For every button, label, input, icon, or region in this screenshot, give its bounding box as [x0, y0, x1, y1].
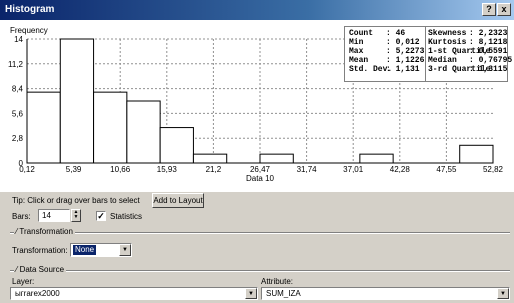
bars-spinner[interactable]: ▲ ▼	[71, 209, 81, 222]
chevron-down-icon[interactable]: ▼	[497, 288, 509, 299]
stat-value: : 0,76795	[469, 56, 513, 65]
y-tick-label: 2,8	[12, 134, 24, 143]
stat-value: : 1,131	[386, 65, 420, 74]
x-tick-label: 42,28	[390, 165, 411, 174]
histogram-bar[interactable]	[26, 91, 61, 164]
histogram-bar[interactable]	[126, 100, 161, 164]
chevron-down-icon[interactable]: ▼	[245, 288, 257, 299]
attribute-label: Attribute:	[261, 277, 294, 286]
tip-text: Tip: Click or drag over bars to select	[12, 196, 140, 205]
stat-value: : 46	[386, 29, 406, 38]
histogram-bar[interactable]	[59, 38, 95, 164]
chevron-down-icon[interactable]: ▼	[119, 244, 131, 256]
x-tick-label: 5,39	[66, 165, 82, 174]
stat-value: : 1,3115	[469, 65, 508, 74]
statistics-panel: Count Min Max Mean Std. Dev. : 46: 0,012: 5,…	[344, 26, 512, 82]
layer-select[interactable]: ыгrarex2000 ▼	[10, 287, 258, 300]
x-tick-label: 52,82	[483, 165, 504, 174]
stat-value: : 0,012	[386, 38, 420, 47]
stat-value: : 1,1226	[386, 56, 425, 65]
data-source-group-title: ⁄ Data Source	[14, 265, 67, 274]
y-axis-label: Frequency	[10, 26, 48, 35]
x-tick-label: 10,66	[110, 165, 131, 174]
help-button[interactable]: ?	[482, 3, 496, 16]
y-tick-label: 11,2	[8, 60, 24, 69]
stats-divider	[425, 27, 426, 81]
stat-value: : 2,2323	[469, 29, 508, 38]
title-bar: Histogram ? x	[0, 0, 514, 20]
layer-value: ыгrarex2000	[15, 289, 60, 298]
transformation-group-title: ⁄ Transformation	[14, 227, 75, 236]
transformation-label: Transformation:	[12, 246, 68, 255]
x-tick-label: 15,93	[157, 165, 178, 174]
y-tick-label: 14	[14, 35, 23, 44]
histogram-bar[interactable]	[159, 127, 194, 164]
histogram-bar[interactable]	[459, 144, 494, 164]
y-tick-label: 5,6	[12, 109, 24, 118]
y-tick-label: 8,4	[12, 85, 24, 94]
close-button[interactable]: x	[497, 3, 511, 16]
attribute-value: SUM_IZA	[266, 289, 301, 298]
statistics-checkbox[interactable]: ✓	[96, 211, 106, 221]
layer-label: Layer:	[12, 277, 35, 286]
statistics-label: Statistics	[110, 212, 143, 221]
transformation-group-label: Transformation	[19, 227, 73, 236]
data-source-group-line	[10, 270, 510, 272]
stat-value: : 5,2273	[386, 47, 425, 56]
x-tick-label: 37,01	[343, 165, 364, 174]
data-source-group-label: Data Source	[19, 265, 65, 274]
x-tick-label: 31,74	[297, 165, 318, 174]
histogram-bar[interactable]	[192, 153, 228, 164]
transformation-select[interactable]: None ▼	[70, 243, 132, 257]
add-to-layout-button[interactable]: Add to Layout	[152, 193, 204, 208]
bars-input[interactable]: 14	[38, 209, 70, 222]
x-tick-label: 0,12	[19, 165, 35, 174]
transformation-group-line	[10, 232, 510, 234]
x-tick-label: 21,2	[206, 165, 222, 174]
histogram-bar[interactable]	[359, 153, 394, 164]
histogram-bar[interactable]	[259, 153, 294, 164]
bars-label: Bars:	[12, 212, 31, 221]
x-tick-label: 26,47	[250, 165, 271, 174]
stat-value: : 0,5591	[469, 47, 508, 56]
x-axis-label: Data 10	[246, 174, 275, 183]
transformation-value: None	[73, 245, 97, 255]
attribute-select[interactable]: SUM_IZA ▼	[261, 287, 510, 300]
histogram-bar[interactable]	[93, 91, 128, 164]
stat-value: : 8,1218	[469, 38, 508, 47]
window-title: Histogram	[5, 4, 55, 15]
x-tick-label: 47,55	[436, 165, 457, 174]
